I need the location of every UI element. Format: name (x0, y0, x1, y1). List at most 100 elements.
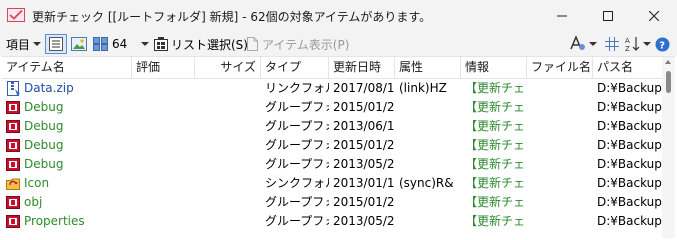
picture-icon (71, 37, 87, 51)
cell-type: グループフォル (265, 138, 329, 152)
cell-size (195, 155, 261, 174)
cell-name: Debug (24, 157, 64, 171)
table-row[interactable]: Debug グループフォル 2013/05/21 (【更新チェック D:¥Backup… (2, 155, 662, 174)
cell-date: 2017/08/13 ( (333, 81, 395, 95)
scrollbar-thumb[interactable] (666, 71, 671, 93)
close-icon (649, 10, 659, 21)
icon-size-dropdown[interactable]: 64 (93, 35, 150, 53)
help-button[interactable]: ? (655, 35, 670, 53)
cell-size (195, 193, 261, 212)
items-label: 項目 (6, 37, 31, 52)
column-header-name[interactable]: アイテム名 (2, 57, 132, 78)
title-bar[interactable]: 更新チェック [[ルートフォルダ] 新規] - 62個の対象アイテムがあります。 (0, 0, 677, 31)
cell-size (195, 117, 261, 136)
cell-type: グループフォル (265, 214, 329, 228)
column-header-type[interactable]: タイプ (261, 57, 329, 78)
window-title: 更新チェック [[ルートフォルダ] 新規] - 62個の対象アイテムがあります。 (32, 10, 432, 24)
close-button[interactable] (631, 0, 677, 31)
table-row[interactable]: Data.zip リンクフォルダ 2017/08/13 ((link)HZ 【更新チェ… (2, 79, 662, 98)
cell-rating (132, 136, 195, 155)
details-view-icon (49, 37, 63, 51)
cell-filename (527, 155, 593, 174)
cell-name: obj (24, 195, 43, 209)
column-header-size[interactable]: サイズ (195, 57, 261, 78)
item-list[interactable]: アイテム名 評価 サイズ タイプ 更新日時 属性 情報 ファイル名 パス名 Da… (2, 56, 675, 238)
svg-text:Z: Z (625, 45, 630, 52)
cell-type: シンクフォルダ (265, 176, 329, 190)
show-items-button[interactable]: アイテム表示(P) (245, 35, 349, 53)
items-menu-button[interactable]: 項目 (6, 35, 42, 53)
cell-type: リンクフォルダ (265, 81, 329, 95)
thumbnail-view-button[interactable] (71, 35, 87, 53)
cell-info: 【更新チェック (465, 195, 527, 209)
cell-type: グループフォル (265, 157, 329, 171)
cell-path: D:¥Backup¥ (597, 214, 662, 228)
cell-rating (132, 193, 195, 212)
list-select-button[interactable]: リスト選択(S) (154, 35, 248, 53)
list-select-icon (154, 37, 168, 51)
icon-size-value: 64 (112, 37, 128, 51)
column-header-attr[interactable]: 属性 (395, 57, 461, 78)
font-color-icon (570, 36, 585, 50)
table-row[interactable]: obj グループフォル 2015/01/23 (【更新チェック D:¥Backup¥ (2, 193, 662, 212)
cell-size (195, 174, 261, 193)
maximize-button[interactable] (585, 0, 631, 31)
cell-name: Data.zip (24, 81, 74, 95)
column-header-rating[interactable]: 評価 (132, 57, 195, 78)
cell-filename (527, 136, 593, 155)
font-button[interactable] (569, 35, 597, 53)
cell-type: グループフォル (265, 119, 329, 133)
document-icon (247, 37, 258, 51)
cell-name: Debug (24, 100, 64, 114)
minimize-icon (557, 15, 567, 16)
cell-attr (395, 155, 461, 174)
cell-size (195, 136, 261, 155)
cell-path: D:¥Backup¥ (597, 157, 662, 171)
cell-attr: (link)HZ (399, 81, 447, 95)
cell-date: 2013/05/21 ( (333, 214, 395, 228)
cell-info: 【更新チェック (465, 176, 527, 190)
table-row[interactable]: Icon シンクフォルダ 2013/01/13 ((sync)R& 【更新チェック D:… (2, 174, 662, 193)
table-row[interactable]: Debug グループフォル 2013/06/12 1 【更新チェック D:¥Backup… (2, 117, 662, 136)
cell-type: グループフォル (265, 195, 329, 209)
help-icon: ? (655, 37, 670, 51)
list-select-label: リスト選択(S) (171, 37, 248, 52)
cell-date: 2013/06/12 1 (333, 119, 395, 133)
cell-date: 2013/05/21 ( (333, 157, 395, 171)
maximize-icon (603, 10, 613, 21)
cell-rating (132, 117, 195, 136)
scroll-up-icon[interactable] (665, 60, 671, 64)
cell-attr (395, 98, 461, 117)
cell-name: Debug (24, 119, 64, 133)
column-header-info[interactable]: 情報 (461, 57, 527, 78)
column-header-path[interactable]: パス名 (593, 57, 662, 78)
app-checkmark-icon (7, 8, 25, 22)
svg-text:A: A (625, 37, 630, 45)
grid-lines-button[interactable] (605, 35, 619, 53)
column-header-filename[interactable]: ファイル名 (527, 57, 593, 78)
cell-rating (132, 98, 195, 117)
sort-icon: A Z (625, 37, 640, 52)
sort-button[interactable]: A Z (625, 35, 651, 53)
large-icons-icon (93, 37, 108, 51)
cell-size (195, 212, 261, 231)
cell-attr: (sync)R& (399, 176, 454, 190)
cell-type: グループフォル (265, 100, 329, 114)
cell-size (195, 79, 261, 98)
cell-path: D:¥Backup¥ (597, 119, 662, 133)
cell-info: 【更新チェック (465, 138, 527, 152)
column-header-date[interactable]: 更新日時 (329, 57, 395, 78)
table-row[interactable]: Properties グループフォル 2013/05/21 (【更新チェック D:¥B… (2, 212, 662, 231)
cell-rating (132, 174, 195, 193)
table-row[interactable]: Debug グループフォル 2015/01/23 (【更新チェック D:¥Backup… (2, 136, 662, 155)
cell-filename (527, 117, 593, 136)
cell-rating (132, 212, 195, 231)
dropdown-arrow-icon (643, 42, 651, 46)
details-view-button[interactable] (45, 34, 67, 54)
cell-name: Debug (24, 138, 64, 152)
cell-name: Icon (24, 176, 50, 190)
minimize-button[interactable] (539, 0, 585, 31)
table-row[interactable]: Debug グループフォル 2015/01/23 (【更新チェック D:¥Backup… (2, 98, 662, 117)
vertical-scrollbar[interactable] (662, 57, 675, 238)
cell-path: D:¥Backup¥ (597, 81, 662, 95)
